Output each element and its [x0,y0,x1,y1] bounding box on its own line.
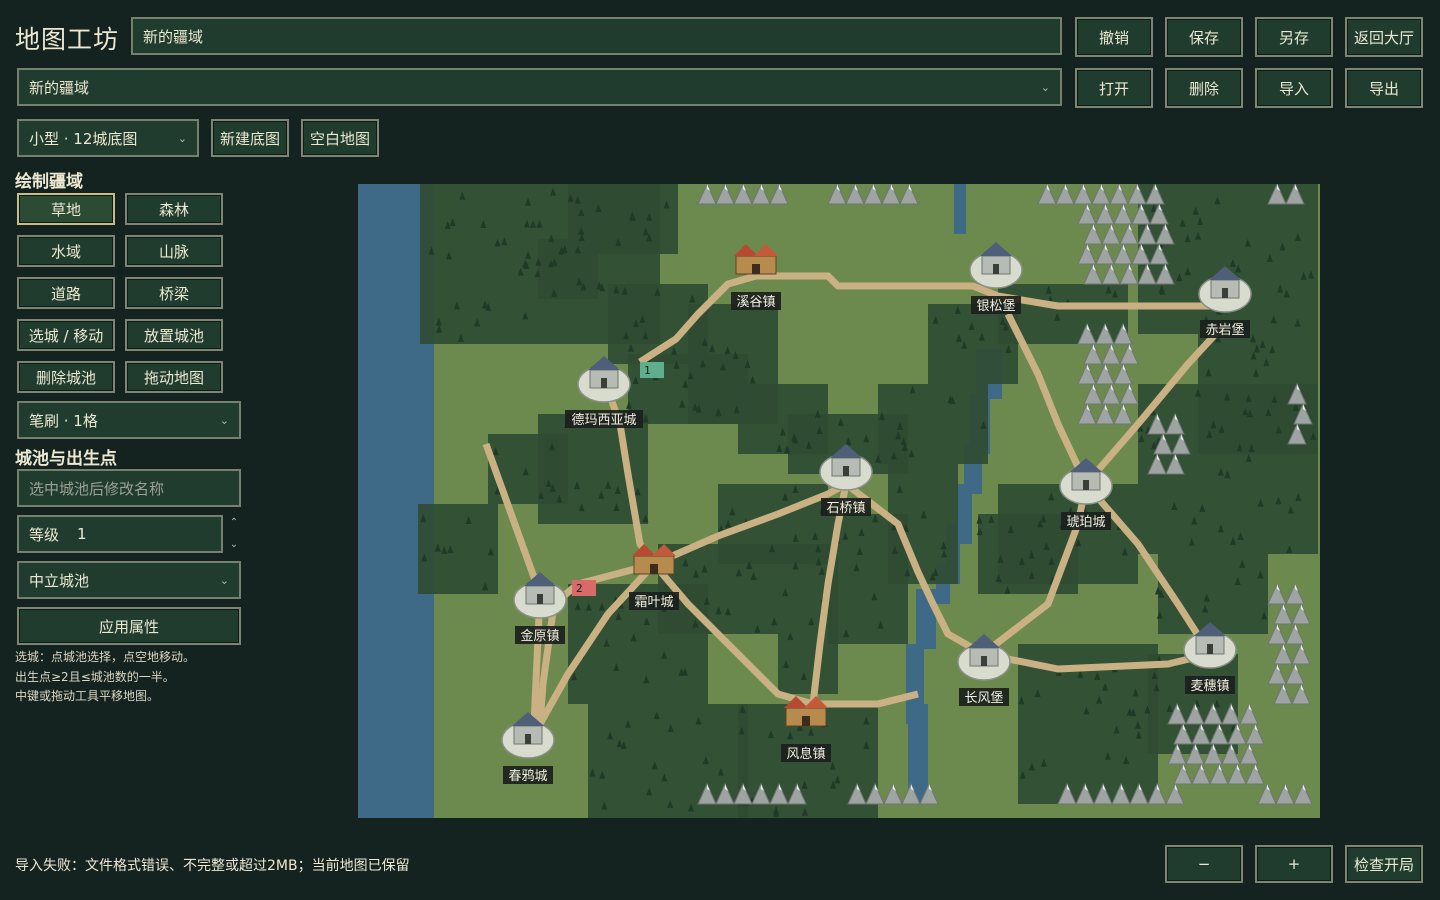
save-button[interactable]: 保存 [1165,17,1243,57]
new-base-button[interactable]: 新建底图 [211,119,289,157]
map-select-value: 新的疆域 [29,78,90,97]
map-forest-patch [878,384,988,464]
faction-value: 中立城池 [29,571,90,590]
map-forest-patch [418,504,498,594]
export-button[interactable]: 导出 [1345,68,1423,108]
base-map-value: 小型 · 12城底图 [29,129,138,148]
tool-bridge[interactable]: 桥梁 [125,277,223,309]
city-section-title: 城池与出生点 [15,449,117,469]
city-label: 德玛西亚城 [571,413,636,428]
return-lobby-button[interactable]: 返回大厅 [1345,17,1423,57]
tool-road[interactable]: 道路 [17,277,115,309]
city-label: 赤岩堡 [1205,322,1244,338]
city-label: 春鸦城 [508,768,547,784]
city-label: 金原镇 [520,628,559,644]
apply-properties-button[interactable]: 应用属性 [17,607,241,645]
city-label: 琥珀城 [1066,515,1105,530]
save-as-button[interactable]: 另存 [1255,17,1333,57]
map-canvas[interactable]: 1 2 溪谷镇 银松堡赤岩堡德玛西亚城石桥镇琥珀城霜叶城金原镇长风堡 麦穗镇风息镇春鸦… [358,182,1320,818]
undo-button[interactable]: 撤销 [1075,17,1153,57]
city-label: 银松堡 [976,298,1015,314]
tool-pan-map[interactable]: 拖动地图 [125,361,223,393]
map-name-value: 新的疆域 [143,27,204,46]
base-map-select[interactable]: 小型 · 12城底图 ⌄ [17,119,199,157]
import-button[interactable]: 导入 [1255,68,1333,108]
city-label: 麦穗镇 [1190,679,1229,694]
city-label: 溪谷镇 [736,295,775,310]
page-title: 地图工坊 [15,25,120,54]
hint-select-city: 选城：点城池选择，点空地移动。 [15,650,196,664]
chevron-down-icon: ⌄ [219,413,229,427]
paint-section-title: 绘制疆域 [15,172,83,192]
level-input[interactable]: 等级 1 [17,515,223,553]
city-name-placeholder: 选中城池后修改名称 [29,479,165,498]
level-stepper[interactable]: ⌃ ⌄ [227,517,241,551]
chevron-down-icon[interactable]: ⌄ [230,539,238,551]
tool-forest[interactable]: 森林 [125,193,223,225]
map-mountain-range [1257,782,1313,805]
zoom-in-button[interactable]: + [1255,845,1333,883]
map-svg[interactable]: 1 2 溪谷镇 银松堡赤岩堡德玛西亚城石桥镇琥珀城霜叶城金原镇长风堡 麦穗镇风息镇春鸦… [358,182,1320,818]
map-forest-patch [568,184,678,254]
chevron-down-icon: ⌄ [177,131,187,145]
map-water-river [954,184,966,234]
brush-value: 笔刷 · 1格 [29,411,98,430]
chevron-up-icon[interactable]: ⌃ [230,517,238,529]
tool-mountain[interactable]: 山脉 [125,235,223,267]
blank-map-button[interactable]: 空白地图 [301,119,379,157]
chevron-down-icon: ⌄ [1040,80,1050,94]
tool-water[interactable]: 水域 [17,235,115,267]
map-name-input[interactable]: 新的疆域 [131,17,1062,55]
faction-select[interactable]: 中立城池 ⌄ [17,561,241,599]
delete-button[interactable]: 删除 [1165,68,1243,108]
city-label: 石桥镇 [826,501,865,516]
level-label: 等级 [29,525,60,544]
spawn-label: 2 [576,582,583,595]
map-forest-patch [1138,384,1318,554]
tool-select-move[interactable]: 选城 / 移动 [17,319,115,351]
tool-place-city[interactable]: 放置城池 [125,319,223,351]
tool-delete-city[interactable]: 删除城池 [17,361,115,393]
status-message: 导入失败：文件格式错误、不完整或超过2MB；当前地图已保留 [15,858,410,874]
map-select[interactable]: 新的疆域 ⌄ [17,68,1062,106]
tool-grass[interactable]: 草地 [17,193,115,225]
city-label: 风息镇 [786,746,825,762]
check-start-button[interactable]: 检查开局 [1345,845,1423,883]
city-label: 霜叶城 [634,595,673,610]
level-value: 1 [77,525,87,543]
hint-spawn-rule: 出生点≥2且≤城池数的一半。 [15,670,175,684]
brush-select[interactable]: 笔刷 · 1格 ⌄ [17,401,241,439]
hint-pan: 中键或拖动工具平移地图。 [15,689,160,703]
zoom-out-button[interactable]: − [1165,845,1243,883]
open-button[interactable]: 打开 [1075,68,1153,108]
chevron-down-icon: ⌄ [219,573,229,587]
spawn-label: 1 [644,364,651,377]
city-label: 长风堡 [964,690,1003,706]
city-name-input[interactable]: 选中城池后修改名称 [17,469,241,507]
